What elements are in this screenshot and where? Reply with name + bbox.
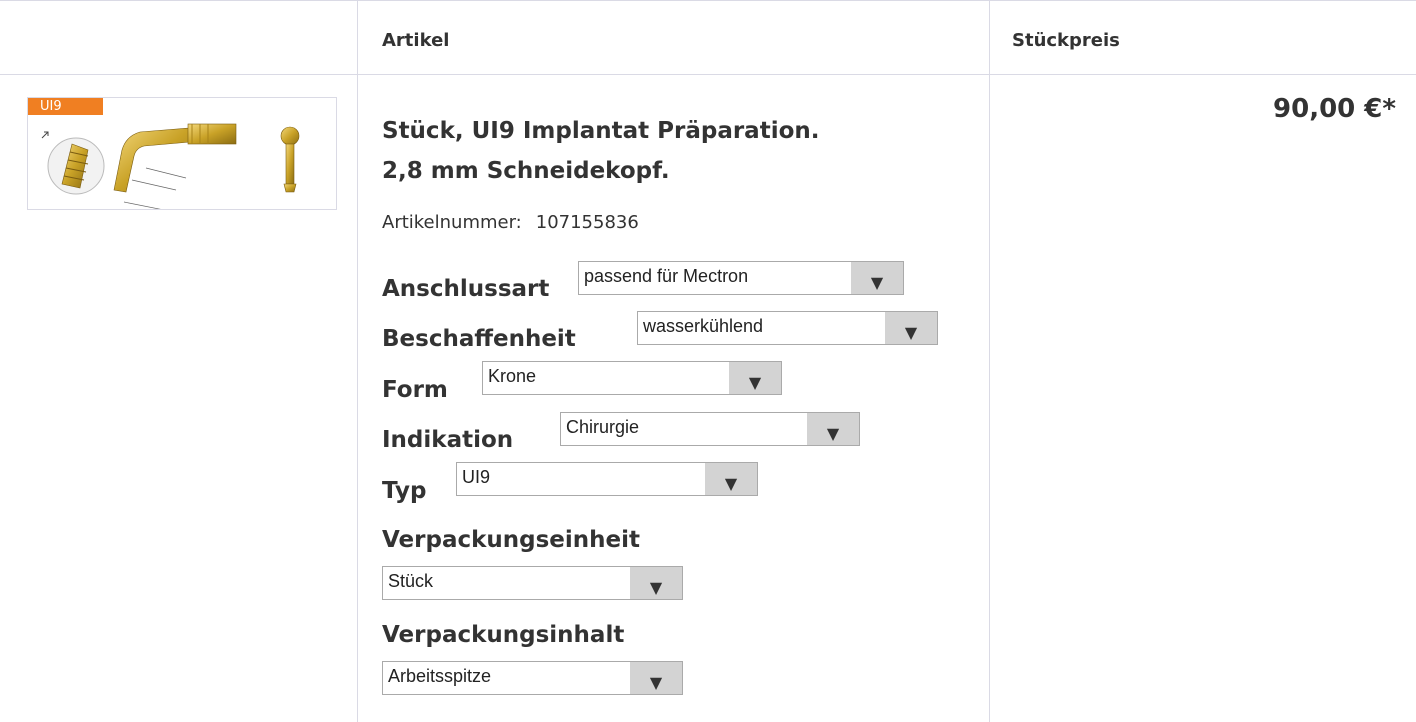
select-value: UI9 [462, 467, 491, 487]
product-title-line-1: Stück, UI9 Implantat Präparation. [382, 118, 820, 144]
article-number-label: Artikelnummer: [382, 212, 522, 233]
select-value: Krone [488, 366, 537, 386]
select-indikation[interactable]: Chirurgie ▼ [560, 412, 860, 446]
unit-price: 90,00 €* [1273, 94, 1396, 124]
product-title-line-2: 2,8 mm Schneidekopf. [382, 158, 670, 184]
article-number: Artikelnummer: 107155836 [382, 212, 639, 233]
select-anschlussart[interactable]: passend für Mectron ▼ [578, 261, 904, 295]
option-label-verpackungseinheit: Verpackungseinheit [382, 527, 641, 553]
product-image[interactable]: UI9 [27, 97, 337, 210]
select-value: Chirurgie [566, 417, 640, 437]
chevron-down-icon[interactable]: ▼ [807, 413, 859, 445]
chevron-down-icon[interactable]: ▼ [729, 362, 781, 394]
chevron-down-icon[interactable]: ▼ [630, 662, 682, 694]
column-header-artikel: Artikel [382, 30, 450, 51]
chevron-down-icon[interactable]: ▼ [885, 312, 937, 344]
option-label-form: Form [382, 377, 448, 403]
select-value: wasserkühlend [643, 316, 764, 336]
select-form[interactable]: Krone ▼ [482, 361, 782, 395]
select-value: Arbeitsspitze [388, 666, 492, 686]
column-header-stueckpreis: Stückpreis [1012, 30, 1120, 51]
select-typ[interactable]: UI9 ▼ [456, 462, 758, 496]
chevron-down-icon[interactable]: ▼ [630, 567, 682, 599]
select-beschaffenheit[interactable]: wasserkühlend ▼ [637, 311, 938, 345]
select-value: Stück [388, 571, 434, 591]
column-divider-1 [357, 0, 358, 722]
select-verpackungseinheit[interactable]: Stück ▼ [382, 566, 683, 600]
chevron-down-icon[interactable]: ▼ [705, 463, 757, 495]
column-divider-2 [989, 0, 990, 722]
product-title[interactable]: Stück, UI9 Implantat Präparation. 2,8 mm… [382, 111, 962, 191]
product-illustration [41, 123, 300, 209]
select-verpackungsinhalt[interactable]: Arbeitsspitze ▼ [382, 661, 683, 695]
header-top-border [0, 0, 1416, 1]
option-label-typ: Typ [382, 478, 427, 504]
option-label-anschlussart: Anschlussart [382, 276, 550, 302]
chevron-down-icon[interactable]: ▼ [851, 262, 903, 294]
article-number-value: 107155836 [535, 212, 639, 233]
option-label-beschaffenheit: Beschaffenheit [382, 326, 576, 352]
select-value: passend für Mectron [584, 266, 749, 286]
header-bottom-border [0, 74, 1416, 75]
option-label-indikation: Indikation [382, 427, 514, 453]
option-label-verpackungsinhalt: Verpackungsinhalt [382, 622, 625, 648]
